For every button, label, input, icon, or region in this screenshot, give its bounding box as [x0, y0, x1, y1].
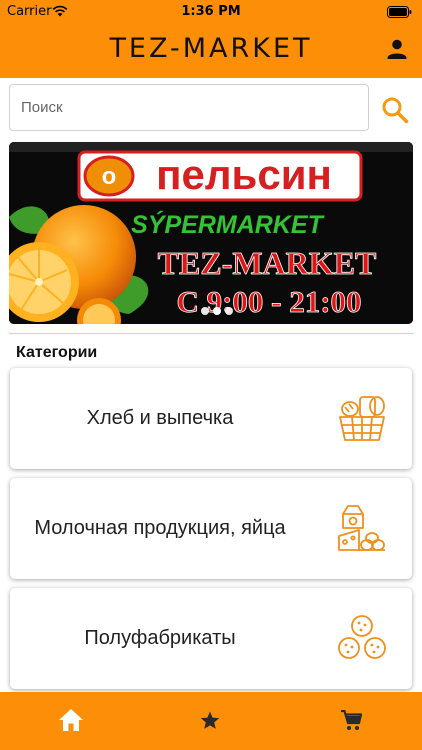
app-title: TEZ-MARKET [109, 33, 313, 64]
home-icon[interactable] [58, 708, 84, 732]
banner-subtitle: SÝPERMARKET [131, 210, 325, 239]
svg-text:о: о [102, 163, 117, 190]
status-bar: Carrier 1:36 PM [0, 0, 422, 22]
category-label: Полуфабрикаты [84, 627, 236, 649]
category-card-semi-finished[interactable]: Полуфабрикаты [10, 588, 412, 689]
search-input[interactable] [9, 84, 369, 131]
dairy-eggs-icon [338, 505, 385, 551]
cart-icon[interactable] [340, 710, 362, 731]
page-dot [225, 307, 233, 315]
divider [9, 333, 413, 334]
banner-store-name: TEZ-MARKET [158, 245, 377, 281]
banner-logo: о пельсин [77, 150, 363, 202]
banner-page-indicator[interactable] [201, 307, 233, 315]
battery-icon [387, 6, 412, 18]
tab-bar [0, 692, 422, 750]
banner-logo-text: пельсин [156, 151, 332, 198]
promo-banner[interactable]: о пельсин SÝPERMARKET TEZ-MARKET С 9:00 … [9, 142, 413, 324]
status-time: 1:36 PM [181, 4, 241, 19]
bread-basket-icon [339, 396, 385, 441]
category-card-dairy[interactable]: Молочная продукция, яйца [10, 478, 412, 579]
category-label: Хлеб и выпечка [86, 407, 234, 429]
category-card-bread[interactable]: Хлеб и выпечка [10, 368, 412, 469]
profile-icon[interactable] [386, 38, 408, 60]
category-label: Молочная продукция, яйца [34, 517, 286, 539]
page-dot-active [213, 307, 221, 315]
app-header: Carrier 1:36 PM TEZ-MARKET [0, 0, 422, 78]
page-dot [201, 307, 209, 315]
semi-finished-icon [338, 615, 386, 659]
categories-title: Категории [16, 344, 98, 361]
star-icon[interactable] [200, 711, 220, 730]
search-icon[interactable] [380, 95, 410, 125]
